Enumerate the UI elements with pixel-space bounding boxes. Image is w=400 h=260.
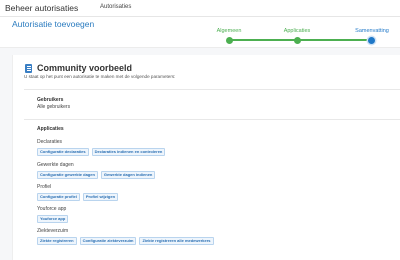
card-title: Community voorbeeld: [37, 63, 133, 73]
permission-tag: Youforce app: [37, 215, 69, 223]
step-dot-applicaties[interactable]: [294, 36, 301, 44]
card-subtitle: U staat op het punt een autorisatie te m…: [24, 74, 176, 79]
permission-tag: Declaraties indienen en controleren: [91, 148, 166, 156]
step-dot-algemeen[interactable]: [226, 36, 233, 44]
users-value: Alle gebruikers: [37, 104, 71, 110]
divider: [24, 119, 400, 120]
tag-row-youforce-app: Youforce app: [37, 215, 69, 223]
tag-row-declaraties: Configuratie declaraties Declaraties ind…: [37, 148, 166, 156]
step-dot-samenvatting[interactable]: [368, 36, 375, 44]
step-label-applicaties: Applicaties: [283, 28, 311, 34]
permission-tag: Gewerkte dagen indienen: [100, 171, 156, 179]
group-label-declaraties: Declaraties: [37, 139, 63, 145]
permission-tag: Profiel wijzigen: [82, 193, 119, 201]
step-label-samenvatting: Samenvatting: [355, 28, 389, 34]
tag-row-ziekteverzuim: Ziekte registreren Configuratie ziekteve…: [37, 237, 214, 245]
group-label-youforce-app: Youforce app: [37, 206, 67, 212]
divider: [24, 89, 400, 90]
applications-heading: Applicaties: [37, 126, 64, 132]
permission-tag: Configuratie gewerkte dagen: [37, 171, 98, 179]
wizard-stepper: Algemeen Applicaties Samenvatting: [0, 0, 400, 48]
summary-card: [12, 55, 400, 260]
group-label-ziekteverzuim: Ziekteverzuim: [37, 228, 69, 234]
permission-tag: Ziekte registreren: [37, 237, 77, 245]
permission-tag: Ziekte registreren alle medewerkers: [139, 237, 214, 245]
step-connector-2: [294, 39, 372, 41]
tag-row-profiel: Configuratie profiel Profiel wijzigen: [37, 193, 119, 201]
permission-tag: Configuratie ziekteverzuim: [79, 237, 137, 245]
users-heading: Gebruikers: [37, 97, 64, 103]
step-label-algemeen: Algemeen: [216, 28, 242, 34]
document-icon: [25, 64, 32, 73]
permission-tag: Configuratie declaraties: [37, 148, 89, 156]
permission-tag: Configuratie profiel: [37, 193, 80, 201]
group-label-profiel: Profiel: [37, 184, 52, 190]
step-connector-1: [230, 39, 294, 41]
tag-row-gewerkte-dagen: Configuratie gewerkte dagen Gewerkte dag…: [37, 171, 156, 179]
group-label-gewerkte-dagen: Gewerkte dagen: [37, 162, 74, 168]
